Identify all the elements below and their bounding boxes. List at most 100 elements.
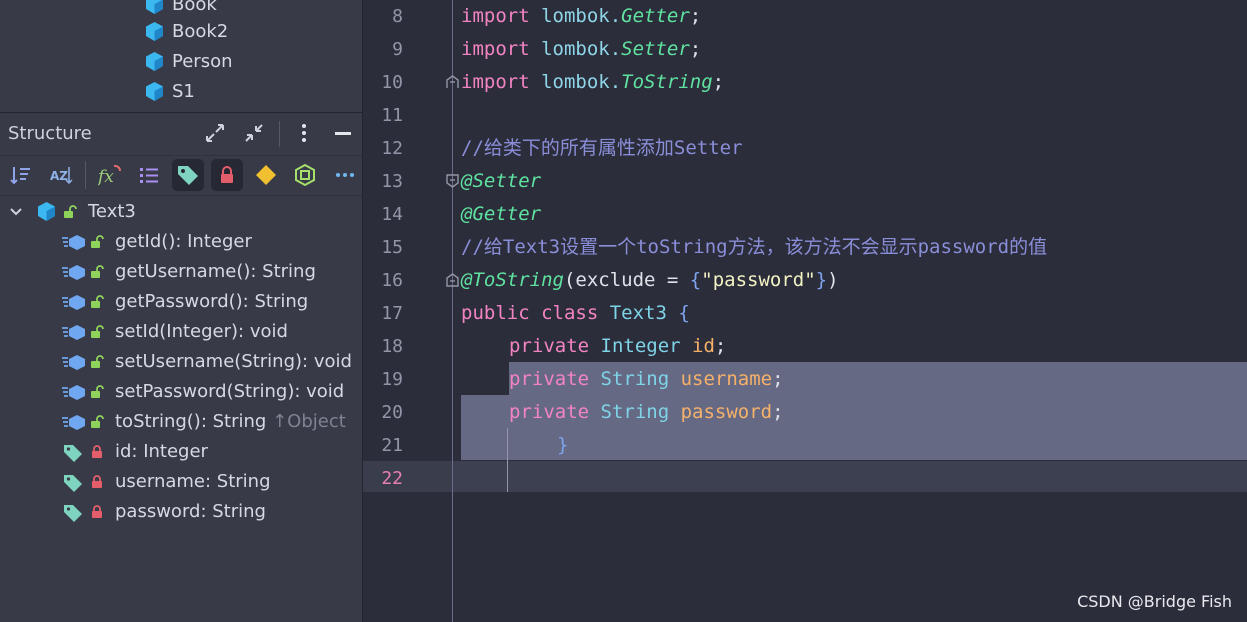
project-item-label: S1 — [172, 81, 195, 102]
brace-token: } — [815, 269, 828, 291]
gutter-separator — [452, 0, 453, 622]
method-icon — [62, 355, 85, 370]
code-line[interactable]: } — [557, 429, 568, 462]
keyword-token: private — [509, 335, 590, 357]
private-lock-icon — [92, 475, 102, 488]
line-number[interactable]: 14 — [363, 198, 403, 231]
member-row[interactable]: toString(): String ↑Object — [0, 407, 362, 437]
code-line[interactable]: private String username; — [509, 363, 784, 396]
punct-token: ) — [827, 269, 839, 291]
keyword-token: import — [461, 71, 530, 93]
show-fields-button[interactable] — [172, 159, 204, 191]
line-number[interactable]: 13 — [363, 165, 403, 198]
code-line[interactable]: import lombok.Setter; — [461, 33, 701, 66]
line-number[interactable]: 21 — [363, 429, 403, 462]
root-class-label: Text3 — [88, 201, 136, 222]
comment-token: //给Text3设置一个toString方法，该方法不会显示password的值 — [461, 236, 1048, 258]
more-options-icon[interactable] — [292, 121, 316, 145]
sort-by-visibility-button[interactable] — [5, 159, 37, 191]
code-line[interactable]: //给Text3设置一个toString方法，该方法不会显示password的值 — [461, 231, 1047, 264]
line-number[interactable]: 18 — [363, 330, 403, 363]
type-token: String — [589, 401, 681, 423]
public-lock-icon — [91, 385, 104, 398]
package-token: lombok. — [529, 5, 622, 27]
line-number[interactable]: 20 — [363, 396, 403, 429]
member-row[interactable]: username: String — [0, 467, 362, 497]
code-line[interactable]: @ToString(exclude = {"password"}) — [461, 264, 839, 297]
code-line[interactable]: private String password; — [509, 396, 784, 429]
member-row[interactable]: setId(Integer): void — [0, 317, 362, 347]
fold-start-icon[interactable] — [446, 174, 459, 188]
member-row[interactable]: setPassword(String): void — [0, 377, 362, 407]
member-signature: toString(): String — [115, 411, 267, 432]
minimize-icon[interactable] — [331, 121, 355, 145]
tag-icon — [178, 166, 198, 185]
structure-header: Structure — [0, 112, 362, 156]
comment-token: //给类下的所有属性添加Setter — [461, 137, 743, 159]
code-line[interactable]: private Integer id; — [509, 330, 726, 363]
member-label: getId(): Integer — [115, 231, 252, 252]
code-line[interactable]: //给类下的所有属性添加Setter — [461, 132, 743, 165]
diamond-icon — [256, 165, 276, 185]
private-lock-icon — [92, 445, 102, 458]
project-item-label: Book2 — [172, 21, 229, 42]
member-label: getPassword(): String — [115, 291, 309, 312]
sort-alphabetically-button[interactable]: AZ — [45, 159, 77, 191]
line-number[interactable]: 8 — [363, 0, 403, 33]
show-inherited-button[interactable] — [133, 159, 165, 191]
code-line[interactable]: import lombok.ToString; — [461, 66, 724, 99]
member-label: getUsername(): String — [115, 261, 316, 282]
line-number[interactable]: 15 — [363, 231, 403, 264]
public-lock-icon — [91, 265, 104, 278]
anonymous-class-icon — [295, 163, 315, 187]
show-lambdas-button[interactable]: fx — [94, 159, 126, 191]
show-anonymous-button[interactable] — [289, 159, 321, 191]
structure-root-node[interactable]: Text3 — [0, 197, 362, 227]
fold-end-icon[interactable] — [446, 75, 459, 89]
public-lock-icon — [91, 325, 104, 338]
member-row[interactable]: id: Integer — [0, 437, 362, 467]
keyword-token: import — [461, 38, 530, 60]
line-number[interactable]: 11 — [363, 99, 403, 132]
show-non-public-button[interactable] — [211, 159, 243, 191]
code-line[interactable]: public class Text3 { — [461, 297, 690, 330]
override-suffix: ↑Object — [272, 411, 346, 432]
field-tag-icon — [64, 445, 82, 462]
member-label: setUsername(String): void — [115, 351, 352, 372]
collapse-all-icon[interactable] — [242, 121, 266, 145]
keyword-token: import — [461, 5, 530, 27]
function-icon: fx — [98, 164, 121, 187]
line-number-current[interactable]: 22 — [363, 462, 403, 495]
code-line[interactable]: import lombok.Getter; — [461, 0, 701, 33]
code-line[interactable]: @Setter — [461, 165, 541, 198]
line-number[interactable]: 12 — [363, 132, 403, 165]
line-number[interactable]: 9 — [363, 33, 403, 66]
toolbar-separator — [85, 161, 86, 189]
method-icon — [62, 265, 85, 280]
member-row[interactable]: getUsername(): String — [0, 257, 362, 287]
line-number[interactable]: 16 — [363, 264, 403, 297]
chevron-down-icon[interactable] — [9, 206, 23, 218]
fold-end-icon[interactable] — [446, 273, 459, 287]
punct-token: ; — [689, 38, 702, 60]
toolbar-more-button[interactable] — [329, 159, 361, 191]
watermark: CSDN @Bridge Fish — [1077, 592, 1232, 611]
line-number[interactable]: 10 — [363, 66, 403, 99]
member-row[interactable]: password: String — [0, 497, 362, 527]
code-line[interactable]: @Getter — [461, 198, 541, 231]
class-icon — [146, 52, 163, 71]
class-token: Setter — [621, 38, 690, 60]
sort-alpha-icon: AZ — [50, 167, 73, 185]
line-number[interactable]: 17 — [363, 297, 403, 330]
public-lock-icon — [91, 415, 104, 428]
show-properties-button[interactable] — [250, 159, 282, 191]
punct-token: ; — [689, 5, 702, 27]
expand-all-icon[interactable] — [203, 121, 227, 145]
member-label: setPassword(String): void — [115, 381, 345, 402]
public-lock-icon — [91, 295, 104, 308]
line-number[interactable]: 19 — [363, 363, 403, 396]
public-lock-icon — [64, 205, 77, 218]
member-row[interactable]: setUsername(String): void — [0, 347, 362, 377]
member-row[interactable]: getPassword(): String — [0, 287, 362, 317]
member-row[interactable]: getId(): Integer — [0, 227, 362, 257]
